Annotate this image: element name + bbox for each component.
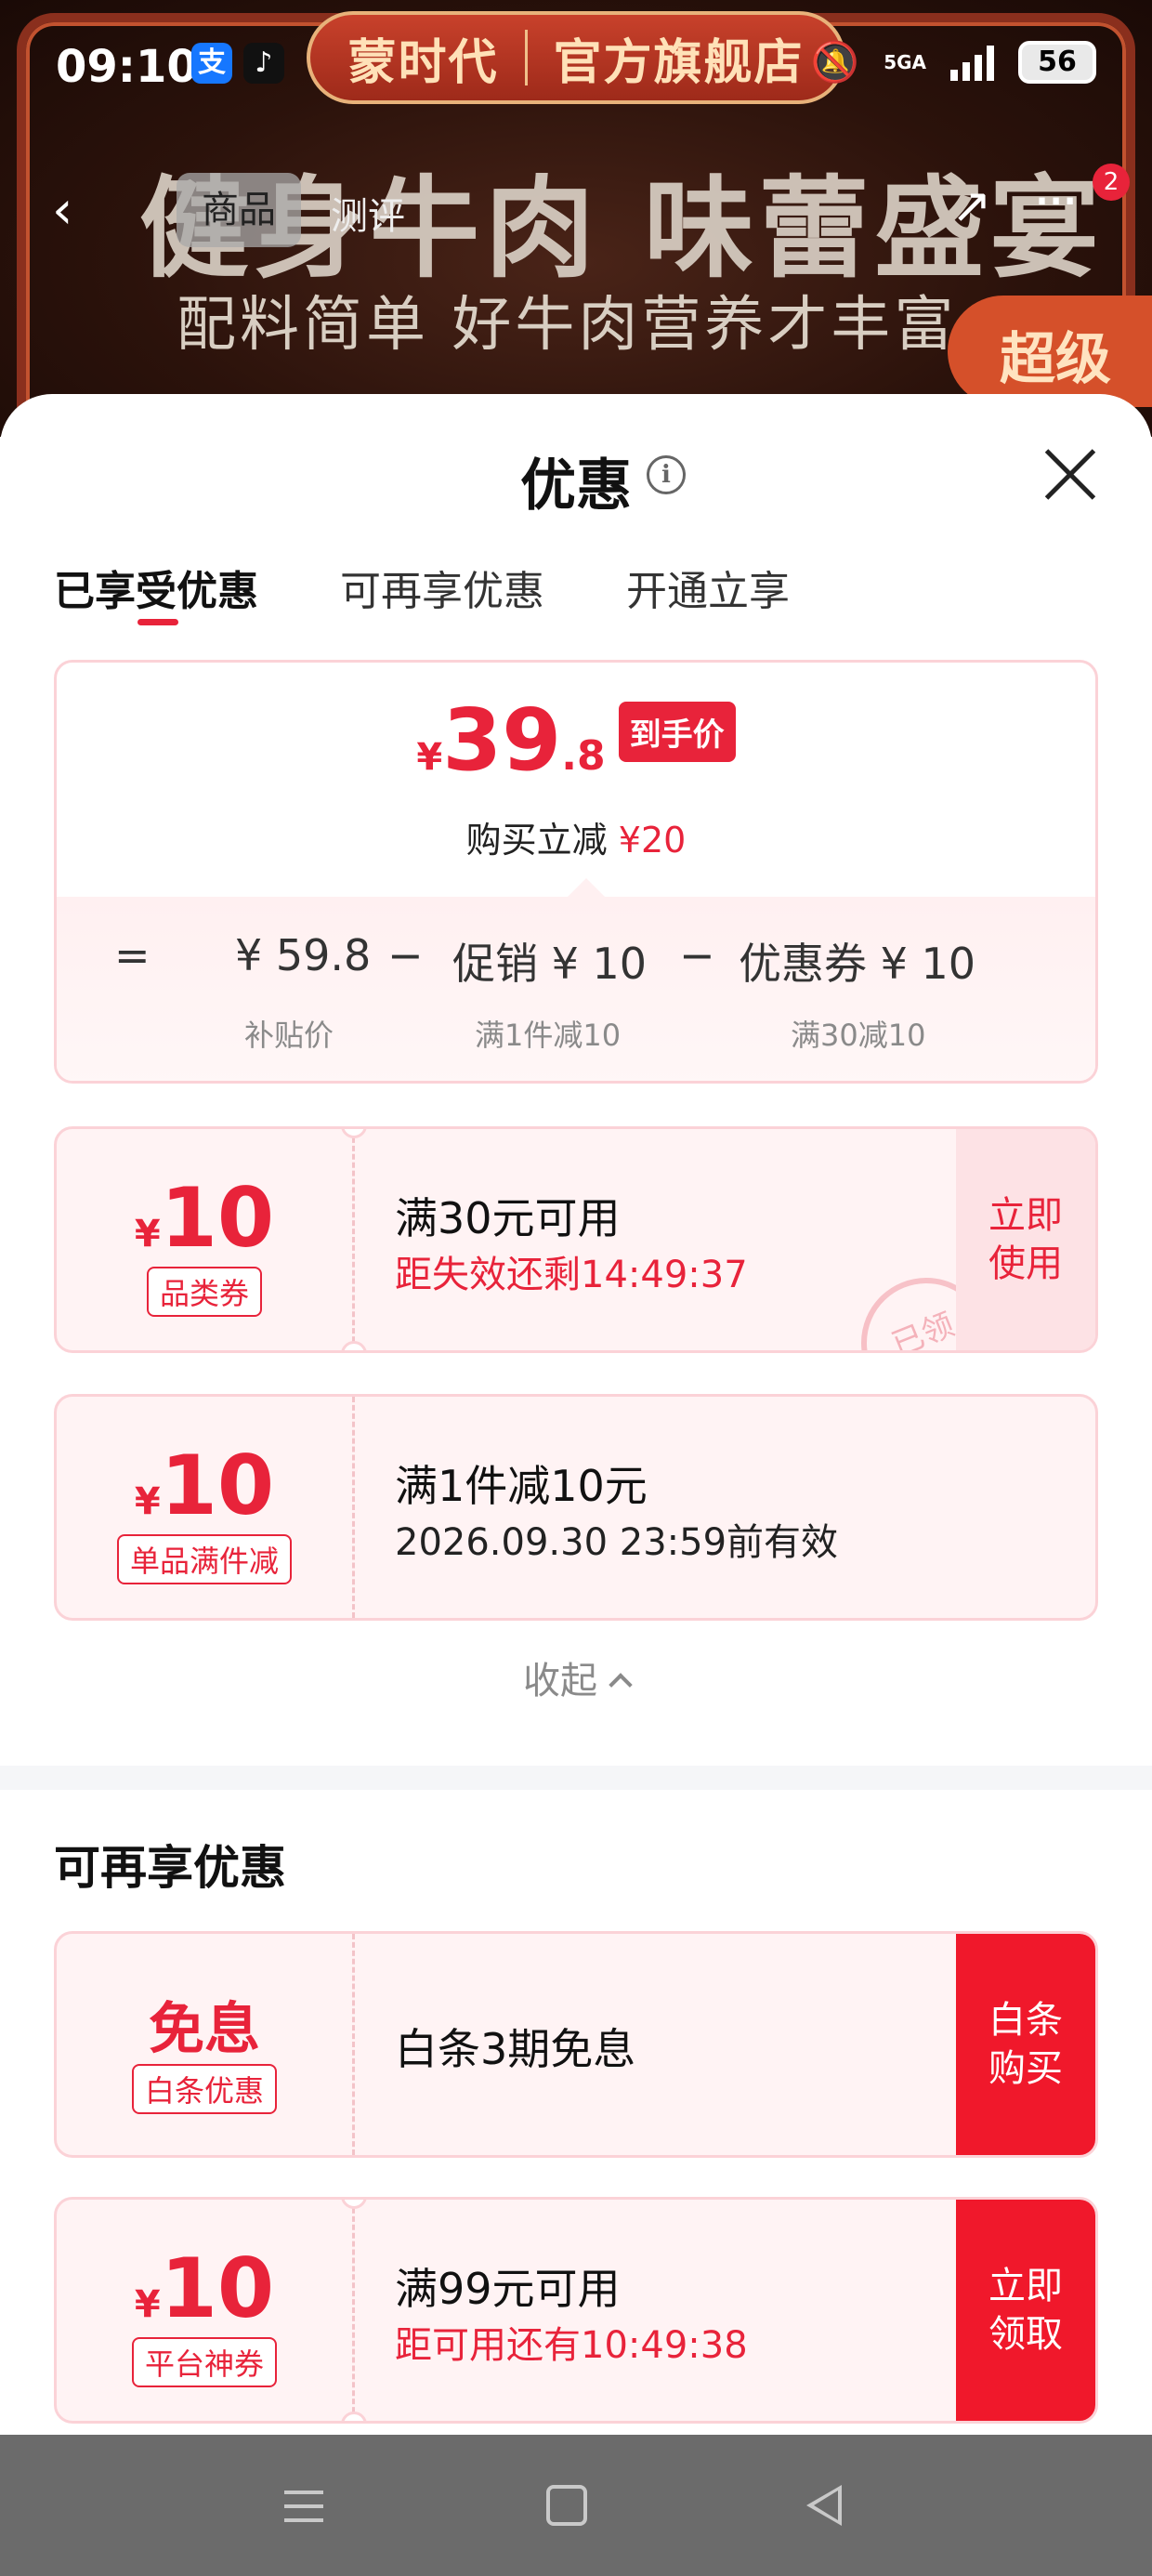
- offer-amount: 免息: [149, 1997, 260, 2062]
- calc-coupon-label: 满30减10: [791, 1018, 926, 1053]
- collapse-button[interactable]: 收起: [0, 1650, 1152, 1704]
- signal-icon: [950, 44, 994, 81]
- cart-count-badge: 2: [1093, 164, 1130, 201]
- price-integer: 39: [442, 690, 562, 790]
- system-nav-bar: [0, 2435, 1152, 2576]
- offer-title: 白条3期免息: [395, 2024, 636, 2074]
- coupon-amount: ¥10: [134, 1438, 275, 1533]
- offer-countdown: 距可用还有10:49:38: [395, 2324, 748, 2367]
- coupon-countdown: 距失效还剩14:49:37: [395, 1254, 748, 1296]
- final-price: ¥39.8 到手价: [57, 690, 1095, 790]
- offer-type-badge: 白条优惠: [131, 2064, 277, 2114]
- home-icon[interactable]: [546, 2485, 587, 2526]
- tab-enjoyed[interactable]: 已享受优惠: [54, 558, 258, 617]
- reduce-label: 购买立减: [465, 820, 608, 861]
- coupon-validity: 2026.09.30 23:59前有效: [395, 1521, 839, 1564]
- baitiao-buy-button[interactable]: 白条 购买: [956, 1934, 1095, 2155]
- coupon-type-badge: 单品满件减: [116, 1534, 292, 1584]
- alipay-icon: 支: [191, 43, 232, 84]
- calc-minus: −: [679, 930, 715, 980]
- more-icon[interactable]: ···: [1033, 169, 1079, 234]
- product-nav: ‹ 商品 测评 ↗ ··· 2: [0, 164, 1152, 256]
- chevron-up-icon: [609, 1673, 633, 1697]
- use-now-button[interactable]: 立即 使用: [956, 1129, 1095, 1350]
- coupon-condition: 满30元可用: [395, 1193, 621, 1243]
- price-decimal: .8: [561, 732, 606, 780]
- calc-base-label: 补贴价: [244, 1018, 334, 1053]
- discount-sheet: 优惠 i 已享受优惠 可再享优惠 开通立享 ¥39.8 到手价 购买立减 ¥20 …: [0, 394, 1152, 2435]
- calc-equals: =: [114, 930, 151, 980]
- menu-icon[interactable]: [284, 2491, 323, 2522]
- tab-reviews[interactable]: 测评: [331, 186, 405, 240]
- status-bar: 09:10 支 ♪ 🔕 5GA 56: [0, 0, 1152, 130]
- currency-symbol: ¥: [416, 736, 443, 779]
- tab-activate[interactable]: 开通立享: [626, 558, 790, 617]
- product-subline: 配料简单 好牛肉营养才丰富: [177, 291, 958, 360]
- status-time: 09:10: [56, 41, 198, 93]
- close-icon[interactable]: [1042, 446, 1098, 502]
- active-tab-indicator: [137, 619, 178, 625]
- tab-product[interactable]: 商品: [177, 173, 301, 247]
- back-triangle-icon[interactable]: [806, 2485, 842, 2526]
- info-icon[interactable]: i: [647, 455, 686, 494]
- offer-type-badge: 平台神券: [131, 2337, 277, 2387]
- coupon-condition: 满1件减10元: [395, 1461, 648, 1511]
- section-divider: [0, 1766, 1152, 1790]
- collapse-label: 收起: [523, 1660, 597, 1702]
- price-summary-card: ¥39.8 到手价 购买立减 ¥20 = ¥ 59.8 − 促销 ¥ 10 − 优…: [54, 660, 1098, 1084]
- super-badge[interactable]: 超级: [948, 296, 1152, 407]
- back-arrow-icon[interactable]: ‹: [52, 180, 72, 241]
- coupon-card: ¥10 品类券 满30元可用 距失效还剩14:49:37 已领 立即 使用: [54, 1126, 1098, 1353]
- calc-promo-label: 满1件减10: [475, 1018, 622, 1053]
- calc-base-price: ¥ 59.8: [235, 930, 372, 980]
- status-indicators: 🔕 5GA 56: [811, 39, 1096, 85]
- tab-more-available[interactable]: 可再享优惠: [340, 558, 544, 617]
- coupon-type-badge: 品类券: [146, 1267, 262, 1317]
- battery-icon: 56: [1018, 41, 1096, 84]
- reduce-amount: ¥20: [618, 820, 687, 861]
- offer-condition: 满99元可用: [395, 2264, 621, 2314]
- final-price-tag: 到手价: [618, 702, 736, 762]
- offer-amount: ¥10: [134, 2241, 275, 2336]
- reduce-line: 购买立减 ¥20: [57, 811, 1095, 862]
- calc-minus: −: [387, 930, 424, 980]
- coupon-card: ¥10 单品满件减 满1件减10元 2026.09.30 23:59前有效: [54, 1394, 1098, 1621]
- offer-card: ¥10 平台神券 满99元可用 距可用还有10:49:38 立即 领取: [54, 2197, 1098, 2424]
- claim-now-button[interactable]: 立即 领取: [956, 2200, 1095, 2421]
- sheet-title: 优惠: [520, 453, 632, 519]
- mute-bell-icon: 🔕: [810, 39, 860, 85]
- calc-promo: 促销 ¥ 10: [452, 939, 648, 989]
- share-icon[interactable]: ↗: [951, 178, 992, 234]
- section-title: 可再享优惠: [54, 1841, 286, 1895]
- breakdown-pointer: [566, 878, 607, 899]
- offer-card: 免息 白条优惠 白条3期免息 白条 购买: [54, 1931, 1098, 2158]
- calc-coupon: 优惠券 ¥ 10: [739, 939, 976, 989]
- network-type: 5GA: [884, 51, 926, 73]
- coupon-amount: ¥10: [134, 1170, 275, 1266]
- tiktok-icon: ♪: [243, 43, 284, 84]
